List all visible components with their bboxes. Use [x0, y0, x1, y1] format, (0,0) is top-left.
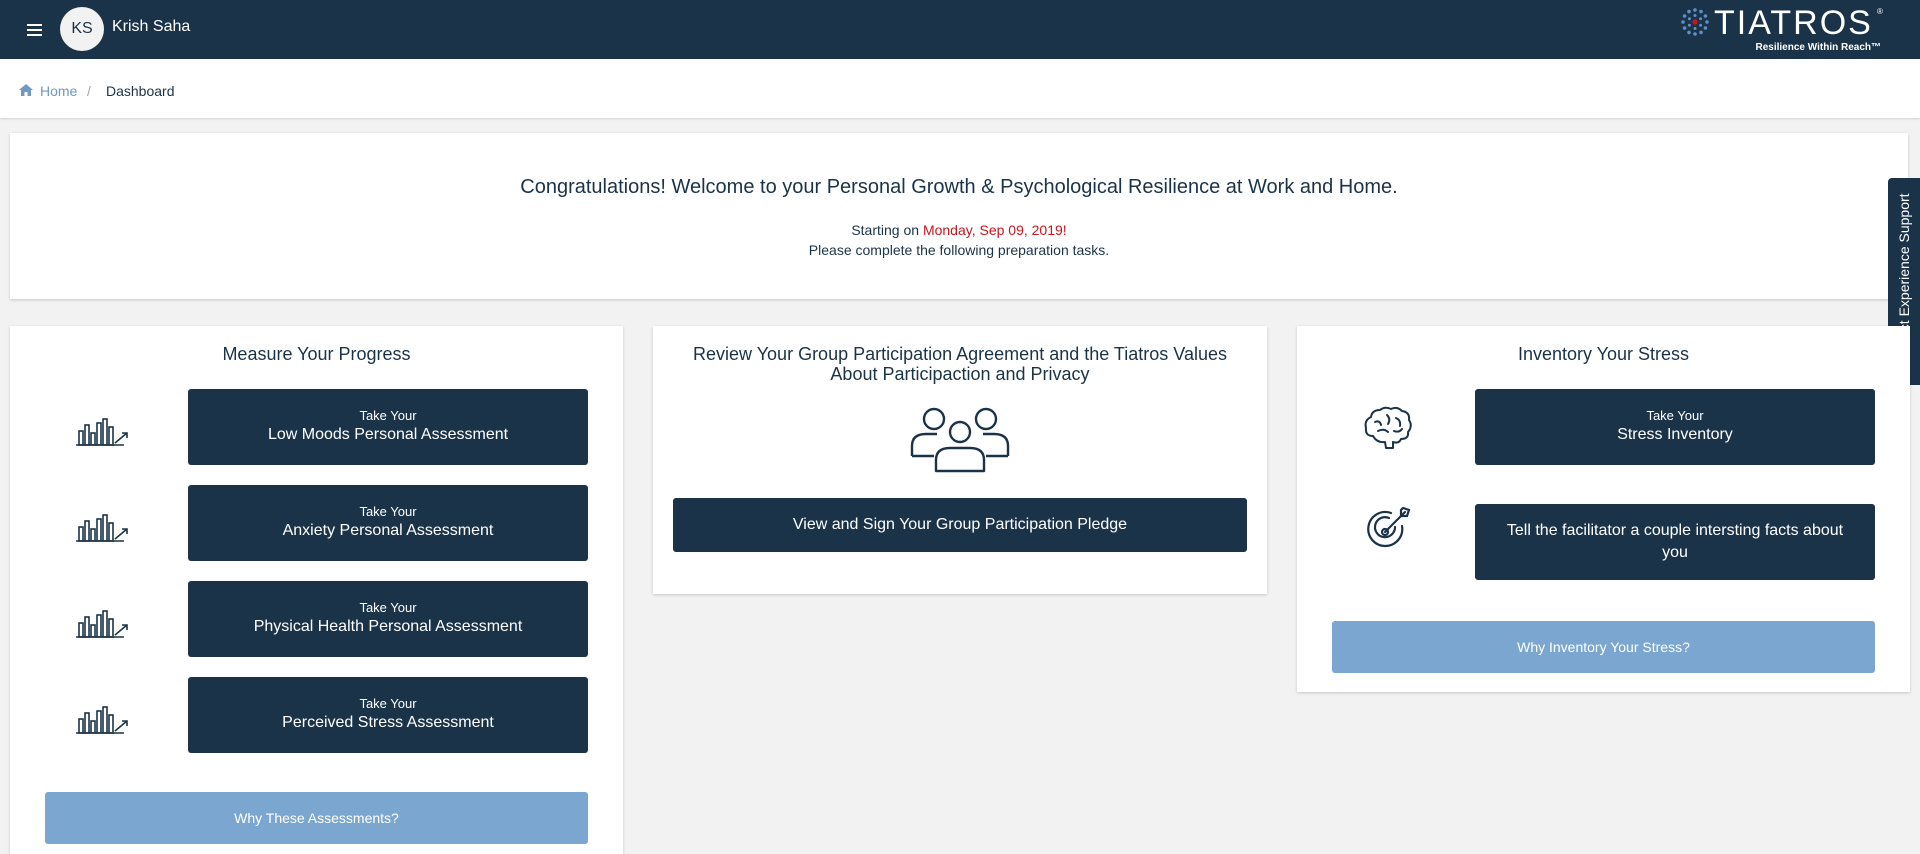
- breadcrumb-home-link[interactable]: Home: [40, 83, 77, 99]
- breadcrumb-current: Dashboard: [106, 83, 175, 99]
- low-moods-assessment-button[interactable]: Take Your Low Moods Personal Assessment: [188, 389, 588, 465]
- logo-text: TIATROS: [1714, 4, 1873, 42]
- top-bar: KS Krish Saha TIATROS ® Resilience Withi…: [0, 0, 1920, 59]
- logo-mark-icon: [1681, 8, 1709, 36]
- why-these-assessments-button[interactable]: Why These Assessments?: [45, 792, 588, 844]
- button-prefix: Take Your: [359, 600, 417, 615]
- button-label: Stress Inventory: [1617, 426, 1733, 443]
- avatar[interactable]: KS: [60, 7, 104, 51]
- home-icon[interactable]: [19, 84, 33, 96]
- target-icon: [1367, 506, 1411, 548]
- start-date-prefix: Starting on: [851, 222, 923, 238]
- bar-chart-icon: [76, 706, 128, 734]
- button-label: Tell the facilitator a couple intersting…: [1506, 522, 1844, 561]
- bar-chart-icon: [76, 514, 128, 542]
- logo-tagline: Resilience Within Reach™: [1755, 42, 1882, 53]
- perceived-stress-assessment-button[interactable]: Take Your Perceived Stress Assessment: [188, 677, 588, 753]
- tiatros-logo[interactable]: TIATROS ® Resilience Within Reach™: [1680, 4, 1885, 54]
- group-icon: [910, 407, 1010, 473]
- brain-icon: [1364, 406, 1412, 449]
- group-agreement-title-line2: About Participaction and Privacy: [830, 364, 1090, 384]
- breadcrumb-separator: /: [87, 83, 91, 99]
- measure-progress-card: Measure Your Progress Take Your Low Mood…: [10, 326, 623, 854]
- welcome-title: Congratulations! Welcome to your Persona…: [520, 176, 1398, 198]
- button-prefix: Take Your: [1646, 408, 1704, 423]
- button-prefix: Take Your: [359, 696, 417, 711]
- inventory-stress-card: Inventory Your Stress Take Your Stress I…: [1297, 326, 1910, 692]
- hamburger-menu-icon[interactable]: [27, 24, 42, 36]
- group-agreement-title: Review Your Group Participation Agreemen…: [653, 344, 1267, 384]
- measure-progress-title: Measure Your Progress: [222, 344, 411, 364]
- start-date-line: Starting on Monday, Sep 09, 2019!: [10, 222, 1908, 238]
- button-label: View and Sign Your Group Participation P…: [792, 516, 1128, 533]
- button-label: Low Moods Personal Assessment: [267, 426, 509, 443]
- inventory-stress-title: Inventory Your Stress: [1517, 344, 1690, 364]
- button-label: Perceived Stress Assessment: [282, 714, 494, 731]
- bar-chart-icon: [76, 610, 128, 638]
- start-date: Monday, Sep 09, 2019!: [922, 222, 1067, 238]
- bar-chart-icon: [76, 418, 128, 446]
- logo-registered-mark: ®: [1877, 7, 1883, 16]
- group-agreement-card: Review Your Group Participation Agreemen…: [653, 326, 1267, 594]
- user-name[interactable]: Krish Saha: [112, 18, 190, 36]
- group-agreement-title-line1: Review Your Group Participation Agreemen…: [693, 344, 1227, 364]
- breadcrumb: Home / Dashboard: [0, 59, 1920, 118]
- stress-inventory-button[interactable]: Take Your Stress Inventory: [1475, 389, 1875, 465]
- welcome-card: Congratulations! Welcome to your Persona…: [10, 133, 1908, 299]
- button-label: Physical Health Personal Assessment: [253, 618, 523, 635]
- button-prefix: Take Your: [359, 504, 417, 519]
- sign-participation-pledge-button[interactable]: View and Sign Your Group Participation P…: [673, 498, 1247, 552]
- why-inventory-stress-button[interactable]: Why Inventory Your Stress?: [1332, 621, 1875, 673]
- anxiety-assessment-button[interactable]: Take Your Anxiety Personal Assessment: [188, 485, 588, 561]
- button-prefix: Take Your: [359, 408, 417, 423]
- button-label: Anxiety Personal Assessment: [282, 522, 494, 539]
- physical-health-assessment-button[interactable]: Take Your Physical Health Personal Asses…: [188, 581, 588, 657]
- welcome-subtitle: Please complete the following preparatio…: [808, 242, 1110, 258]
- interesting-facts-button[interactable]: Tell the facilitator a couple intersting…: [1475, 504, 1875, 580]
